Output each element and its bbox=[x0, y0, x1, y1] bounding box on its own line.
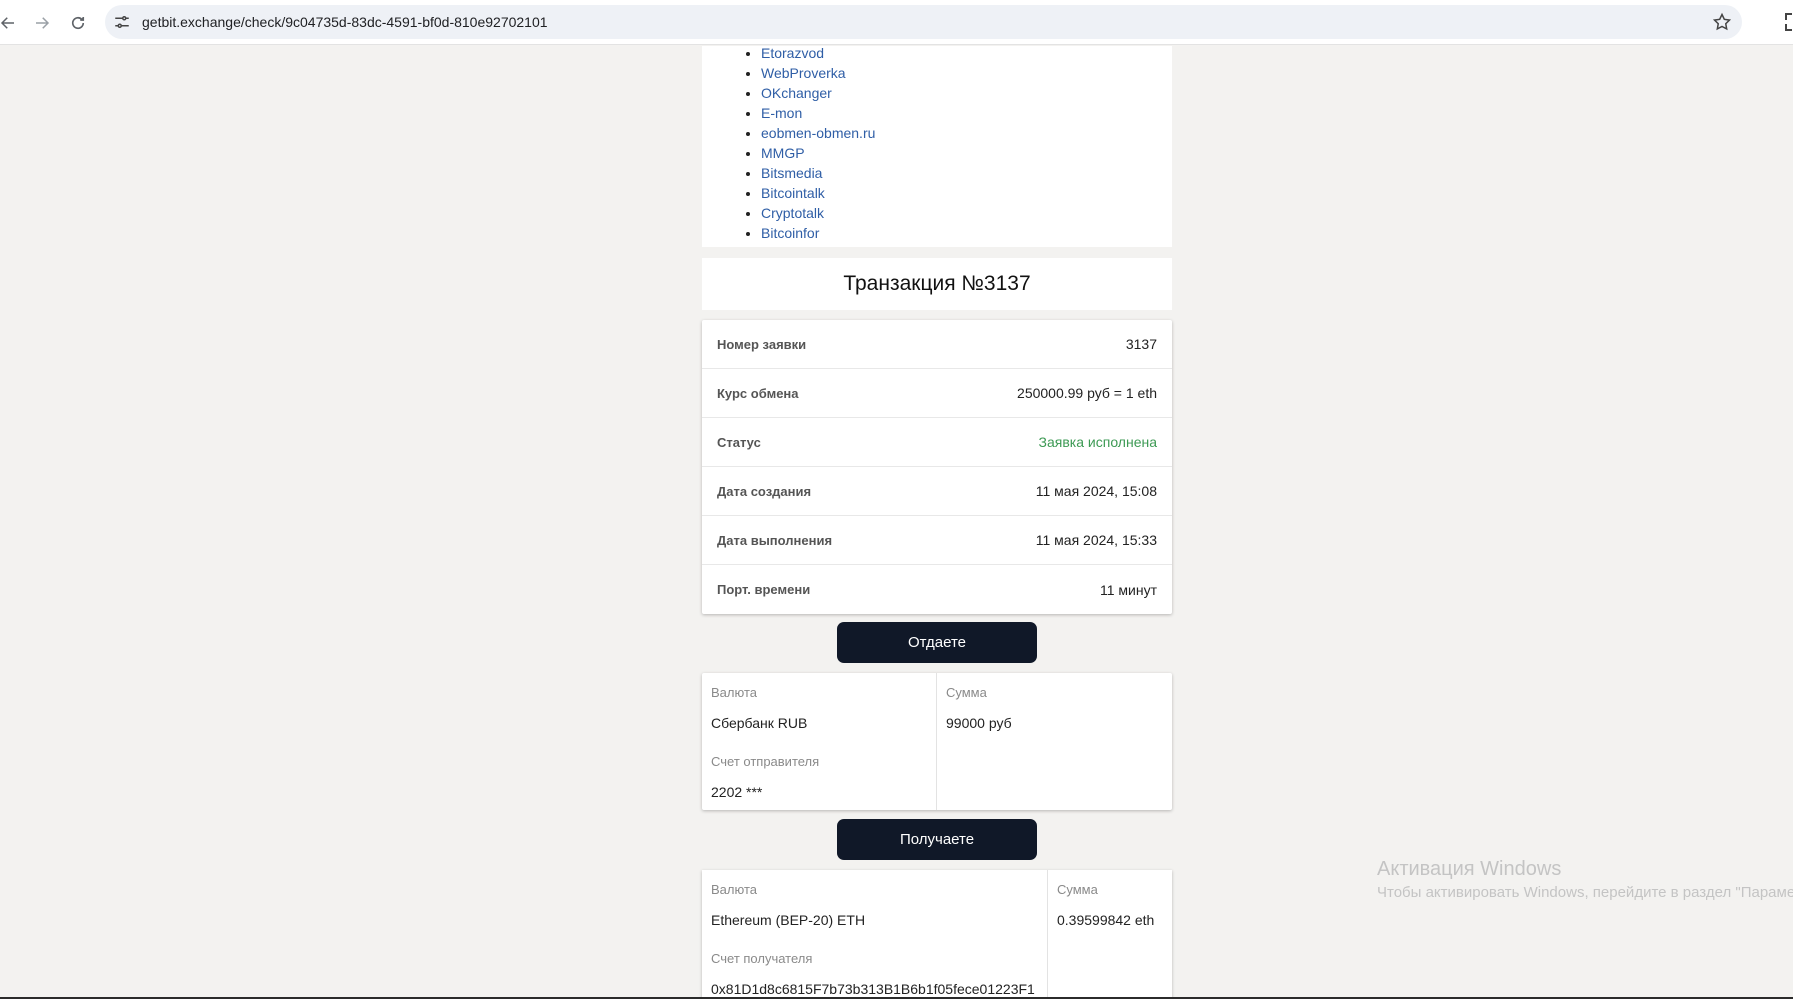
reload-icon bbox=[71, 16, 85, 30]
monitoring-link[interactable]: Etorazvod bbox=[761, 46, 875, 63]
account-value: 2202 *** bbox=[711, 784, 763, 800]
arrow-right-icon bbox=[36, 17, 50, 29]
back-button[interactable] bbox=[0, 9, 22, 37]
row-label: Номер заявки bbox=[717, 336, 807, 352]
row-label: Курс обмена bbox=[717, 385, 799, 401]
row-label: Дата выполнения bbox=[717, 532, 833, 548]
monitoring-link[interactable]: eobmen-obmen.ru bbox=[761, 123, 875, 143]
currency-label: Валюта bbox=[711, 685, 757, 700]
account-label: Счет отправителя bbox=[711, 754, 820, 769]
currency-value: Ethereum (BEP-20) ETH bbox=[711, 912, 866, 928]
watermark-subtitle: Чтобы активировать Windows, перейдите в … bbox=[1377, 884, 1793, 901]
row-value: 250000.99 руб = 1 eth bbox=[1017, 385, 1157, 401]
monitoring-link[interactable]: Bitcoinfor bbox=[761, 223, 875, 243]
currency-label: Валюта bbox=[711, 882, 757, 897]
give-amount-cell: Сумма 99000 руб bbox=[936, 673, 1172, 810]
row-label: Порт. времени bbox=[717, 582, 811, 597]
amount-value: 99000 руб bbox=[946, 715, 1012, 731]
give-details-card: Валюта Сбербанк RUB Счет отправителя 220… bbox=[702, 673, 1172, 810]
extensions-icon[interactable] bbox=[1783, 11, 1793, 33]
monitoring-links-card: Etorazvod WebProverka OKchanger E-mon eo… bbox=[702, 46, 1172, 247]
table-row: Статус Заявка исполнена bbox=[702, 418, 1172, 467]
address-bar[interactable]: getbit.exchange/check/9c04735d-83dc-4591… bbox=[105, 5, 1742, 39]
table-row: Номер заявки 3137 bbox=[702, 320, 1172, 369]
monitoring-links-list: Etorazvod WebProverka OKchanger E-mon eo… bbox=[761, 46, 875, 243]
table-row: Дата создания 11 мая 2024, 15:08 bbox=[702, 467, 1172, 516]
url-text[interactable]: getbit.exchange/check/9c04735d-83dc-4591… bbox=[142, 14, 548, 30]
browser-toolbar: getbit.exchange/check/9c04735d-83dc-4591… bbox=[0, 0, 1793, 45]
monitoring-link[interactable]: OKchanger bbox=[761, 83, 875, 103]
account-value: 0x81D1d8c6815F7b73b313B1B6b1f05fece01223… bbox=[711, 981, 1035, 997]
page-title: Транзакция №3137 bbox=[843, 272, 1031, 295]
amount-label: Сумма bbox=[1057, 882, 1098, 897]
row-label: Статус bbox=[717, 434, 761, 450]
transaction-title-card: Транзакция №3137 bbox=[702, 258, 1172, 310]
transaction-info-table: Номер заявки 3137 Курс обмена 250000.99 … bbox=[702, 320, 1172, 614]
receive-amount-cell: Сумма 0.39599842 eth bbox=[1047, 870, 1172, 999]
status-badge: Заявка исполнена bbox=[1038, 434, 1157, 450]
tune-icon[interactable] bbox=[113, 13, 131, 31]
reload-button[interactable] bbox=[64, 9, 92, 37]
monitoring-link[interactable]: Cryptotalk bbox=[761, 203, 875, 223]
row-value: 11 мая 2024, 15:08 bbox=[1035, 483, 1157, 499]
receive-details-card: Валюта Ethereum (BEP-20) ETH Счет получа… bbox=[702, 870, 1172, 999]
account-label: Счет получателя bbox=[711, 951, 813, 966]
row-value: 3137 bbox=[1125, 336, 1157, 352]
row-label: Дата создания bbox=[717, 483, 812, 499]
star-icon[interactable] bbox=[1712, 12, 1732, 32]
row-value: 11 минут bbox=[1099, 581, 1157, 598]
page-content: Etorazvod WebProverka OKchanger E-mon eo… bbox=[0, 46, 1793, 999]
receive-currency-cell: Валюта Ethereum (BEP-20) ETH Счет получа… bbox=[702, 870, 1047, 999]
row-value: 11 мая 2024, 15:33 bbox=[1035, 532, 1157, 548]
table-row: Курс обмена 250000.99 руб = 1 eth bbox=[702, 369, 1172, 418]
give-button[interactable]: Отдаете bbox=[837, 622, 1037, 663]
give-currency-cell: Валюта Сбербанк RUB Счет отправителя 220… bbox=[702, 673, 937, 810]
monitoring-link[interactable]: WebProverka bbox=[761, 63, 875, 83]
amount-label: Сумма bbox=[946, 685, 987, 700]
arrow-left-icon bbox=[0, 17, 14, 29]
amount-value: 0.39599842 eth bbox=[1057, 912, 1155, 928]
monitoring-link[interactable]: MMGP bbox=[761, 143, 875, 163]
currency-value: Сбербанк RUB bbox=[711, 715, 808, 731]
windows-activation-watermark: Активация Windows Чтобы активировать Win… bbox=[1377, 858, 1793, 901]
monitoring-link[interactable]: Bitcointalk bbox=[761, 183, 875, 203]
watermark-title: Активация Windows bbox=[1377, 858, 1562, 880]
monitoring-link[interactable]: E-mon bbox=[761, 103, 875, 123]
receive-button[interactable]: Получаете bbox=[837, 819, 1037, 860]
monitoring-link[interactable]: Bitsmedia bbox=[761, 163, 875, 183]
table-row: Порт. времени 11 минут bbox=[702, 565, 1172, 614]
forward-button[interactable] bbox=[28, 9, 56, 37]
table-row: Дата выполнения 11 мая 2024, 15:33 bbox=[702, 516, 1172, 565]
